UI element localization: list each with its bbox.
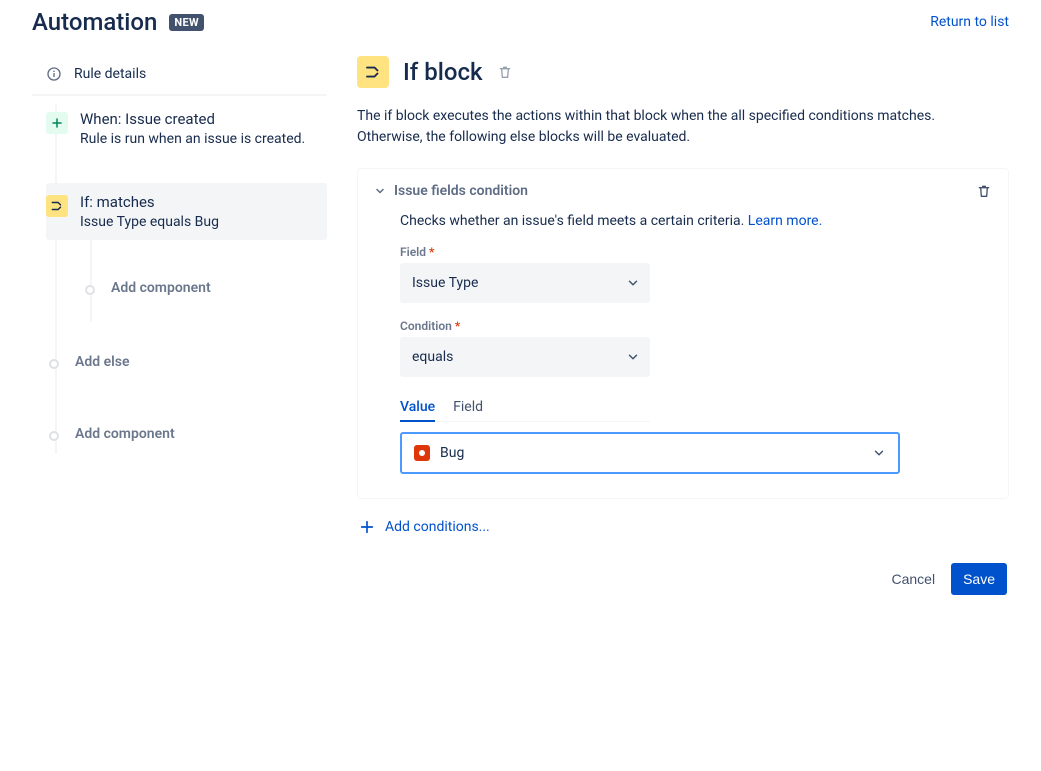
chevron-down-icon	[626, 350, 640, 364]
chevron-down-icon	[872, 446, 886, 460]
if-step-subtitle: Issue Type equals Bug	[80, 214, 219, 230]
add-conditions-label: Add conditions...	[385, 519, 490, 535]
condition-toggle[interactable]: Issue fields condition	[374, 183, 528, 199]
condition-select-value: equals	[412, 349, 453, 365]
field-select[interactable]: Issue Type	[400, 263, 650, 303]
rule-details-link[interactable]: Rule details	[32, 56, 327, 96]
add-conditions-button[interactable]: Add conditions...	[359, 519, 1009, 535]
return-to-list-link[interactable]: Return to list	[930, 14, 1009, 30]
branch-icon-large	[357, 56, 389, 88]
condition-header-title: Issue fields condition	[394, 183, 528, 199]
field-label: Field*	[400, 245, 992, 259]
tab-field[interactable]: Field	[453, 393, 483, 421]
footer-actions: Cancel Save	[357, 563, 1009, 595]
plus-icon	[46, 112, 68, 134]
if-step[interactable]: If: matches Issue Type equals Bug	[46, 183, 327, 240]
add-else-label: Add else	[75, 354, 130, 370]
empty-circle-icon	[85, 285, 95, 295]
field-select-value: Issue Type	[412, 275, 478, 291]
if-sub-rail: Add component	[82, 240, 327, 322]
value-field-tabs: Value Field	[400, 393, 650, 422]
add-component-node[interactable]: Add component	[46, 418, 327, 454]
save-button[interactable]: Save	[951, 563, 1007, 595]
learn-more-link[interactable]: Learn more.	[748, 213, 823, 229]
rule-details-label: Rule details	[74, 66, 146, 82]
new-badge: NEW	[169, 14, 203, 31]
block-description: The if block executes the actions within…	[357, 106, 997, 148]
tab-value[interactable]: Value	[400, 393, 435, 421]
add-else-node[interactable]: Add else	[46, 346, 327, 382]
sidebar: Rule details When: Issue created Rule is…	[32, 56, 327, 595]
cancel-button[interactable]: Cancel	[881, 563, 945, 595]
bug-icon	[414, 445, 430, 461]
chevron-down-icon	[626, 276, 640, 290]
condition-card: Issue fields condition Checks whether an…	[357, 168, 1009, 499]
header: Automation NEW Return to list	[32, 8, 1009, 36]
if-step-title: If: matches	[80, 193, 219, 211]
condition-select[interactable]: equals	[400, 337, 650, 377]
plus-icon	[359, 519, 375, 535]
delete-condition-button[interactable]	[976, 183, 992, 199]
trigger-step[interactable]: When: Issue created Rule is run when an …	[46, 104, 327, 153]
condition-description: Checks whether an issue's field meets a …	[400, 213, 992, 229]
chevron-down-icon	[374, 185, 386, 197]
main-panel: If block The if block executes the actio…	[357, 56, 1009, 595]
add-component-label-2: Add component	[75, 426, 175, 442]
value-select[interactable]: Bug	[400, 432, 900, 474]
branch-icon	[46, 195, 68, 217]
trigger-title: When: Issue created	[80, 110, 305, 128]
add-component-inside-if[interactable]: Add component	[82, 268, 327, 312]
main-title: If block	[403, 58, 483, 86]
value-select-value: Bug	[440, 445, 464, 461]
trigger-subtitle: Rule is run when an issue is created.	[80, 131, 305, 147]
page-title: Automation	[32, 8, 157, 36]
condition-label: Condition*	[400, 319, 992, 333]
info-icon	[46, 66, 62, 82]
delete-block-button[interactable]	[497, 64, 513, 80]
empty-circle-icon	[49, 431, 59, 441]
empty-circle-icon	[49, 359, 59, 369]
add-component-label: Add component	[111, 280, 211, 296]
